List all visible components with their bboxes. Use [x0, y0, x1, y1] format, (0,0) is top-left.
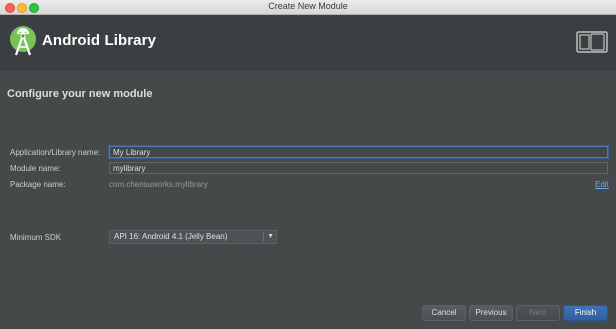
window-titlebar: Create New Module — [0, 0, 616, 15]
min-sdk-value: API 16: Android 4.1 (Jelly Bean) — [114, 232, 228, 241]
select-divider — [263, 232, 264, 242]
app-name-input[interactable]: My Library — [109, 146, 608, 158]
wizard-header: Android Library — [0, 15, 616, 71]
module-name-input[interactable]: mylibrary — [109, 162, 608, 174]
finish-button[interactable]: Finish — [563, 305, 608, 321]
chevron-down-icon: ▼ — [267, 233, 274, 240]
phone-tablet-icon — [576, 31, 608, 53]
cancel-button[interactable]: Cancel — [422, 305, 466, 321]
next-button[interactable]: Next — [516, 305, 560, 321]
window-title: Create New Module — [268, 1, 348, 11]
android-studio-logo-icon — [10, 26, 36, 56]
app-name-label: Application/Library name: — [10, 148, 101, 157]
min-sdk-label: Minimum SDK — [10, 233, 62, 242]
package-name-value: com.chensuworks.mylibrary — [109, 180, 208, 189]
module-name-label: Module name: — [10, 164, 61, 173]
min-sdk-select[interactable]: API 16: Android 4.1 (Jelly Bean) ▼ — [109, 230, 277, 244]
package-name-label: Package name: — [10, 180, 66, 189]
previous-button[interactable]: Previous — [469, 305, 513, 321]
edit-package-link[interactable]: Edit — [595, 180, 609, 189]
section-title: Configure your new module — [7, 88, 153, 100]
header-title: Android Library — [42, 32, 157, 49]
